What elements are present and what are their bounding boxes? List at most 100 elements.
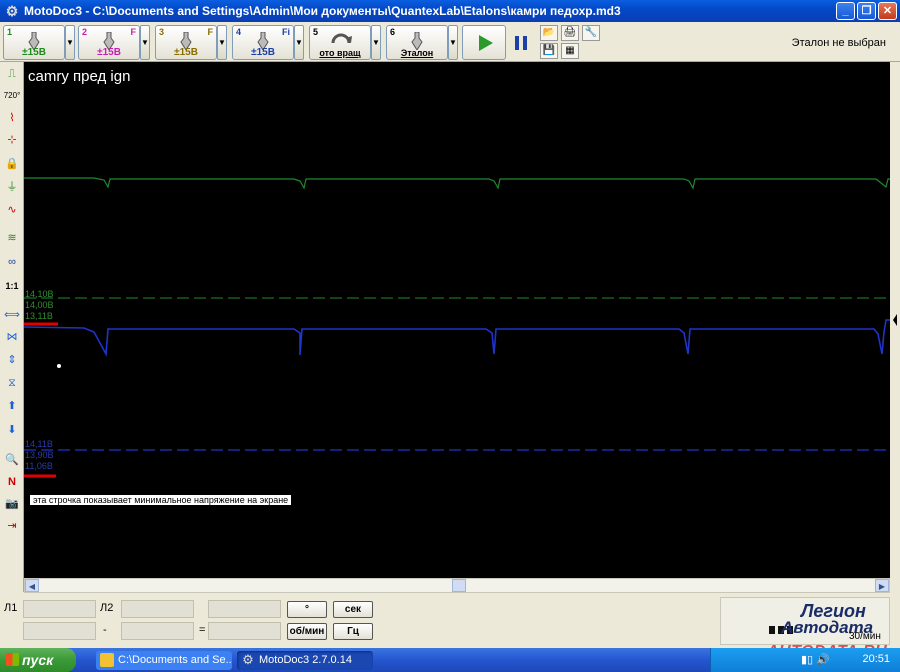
l1-label: Л1	[4, 602, 18, 614]
title-bar: ⚙ MotoDoc3 - C:\Documents and Settings\A…	[0, 0, 900, 22]
scroll-right-button[interactable]: ▶	[875, 579, 889, 592]
seconds-button[interactable]: сек	[333, 601, 373, 618]
record-title: camry пред ign	[28, 68, 131, 85]
degree-button[interactable]: °	[287, 601, 327, 618]
v-shrink-icon[interactable]: ⧖	[2, 373, 22, 393]
720-icon[interactable]: 720°	[2, 86, 22, 106]
lock-icon[interactable]: 🔒	[2, 154, 22, 174]
h-shrink-icon[interactable]: ⋈	[2, 327, 22, 347]
n-marker-icon[interactable]: N	[2, 472, 22, 492]
equals-sign: =	[199, 624, 206, 636]
rotation-button[interactable]: 5 ото вращ	[309, 25, 371, 60]
clock: 20:51	[862, 653, 890, 665]
task-explorer[interactable]: C:\Documents and Se...	[96, 651, 232, 670]
toolbar: 1 ±15В ▼ 2 F ±15В ▼ 3 F ±15В ▼ 4 Fi ±15В…	[0, 22, 900, 62]
channel-2-button[interactable]: 2 F ±15В	[78, 25, 140, 60]
channel-mode: F	[207, 27, 214, 37]
l2-value-field	[121, 622, 194, 640]
hz-button[interactable]: Гц	[333, 623, 373, 640]
channel-number: 4	[236, 27, 242, 37]
channel-3-button[interactable]: 3 F ±15В	[155, 25, 217, 60]
horizontal-scrollbar[interactable]: ◀ ▶	[24, 578, 890, 593]
trigger-icon[interactable]: ⏚	[2, 177, 22, 197]
channel-range: ±15В	[251, 47, 275, 58]
wrench-icon: 🔧	[584, 27, 598, 38]
diff-field-top	[208, 600, 281, 618]
h-expand-icon[interactable]: ⟺	[2, 305, 22, 325]
open-folder-button[interactable]: 📂	[540, 25, 558, 41]
measurement-panel: Л1 Л2 - = ° сек об/мин Гц Легион Автодат…	[0, 594, 900, 648]
rotation-dropdown[interactable]: ▼	[371, 25, 381, 60]
channel-4-button[interactable]: 4 Fi ±15В	[232, 25, 294, 60]
move-up-icon[interactable]: ⬆	[2, 396, 22, 416]
l1-field	[23, 600, 96, 618]
blue-level-label: 13,90В	[25, 450, 54, 460]
blue-level-label: 14,11В	[25, 439, 53, 449]
etalon-label: Эталон	[400, 48, 434, 58]
rotation-number: 5	[313, 27, 319, 37]
gear-icon: ⚙	[242, 652, 254, 667]
maximize-button[interactable]: ❐	[857, 2, 876, 20]
scroll-left-button[interactable]: ◀	[25, 579, 39, 592]
settings-button[interactable]: 🔧	[582, 25, 600, 41]
channel-1-dropdown[interactable]: ▼	[65, 25, 75, 60]
blue-trace	[24, 319, 890, 357]
table-icon: ▦	[565, 45, 575, 56]
vertical-scrollbar[interactable]	[890, 62, 900, 578]
export-icon[interactable]: ⇥	[2, 516, 22, 536]
green-level-label: 13,11В	[25, 311, 53, 321]
zoom-25-icon[interactable]: ⎍	[2, 64, 22, 84]
save-icon: 💾	[542, 45, 556, 56]
scroll-thumb[interactable]	[452, 579, 466, 592]
channel-1-button[interactable]: 1 ±15В	[3, 25, 65, 60]
l1-value-field	[23, 622, 96, 640]
white-dot	[57, 364, 61, 368]
left-toolbar: ⎍ 720° ⌇ ⊹ 🔒 ⏚ ∿ ≋ ∞ 1:1 ⟺ ⋈ ⇕ ⧖ ⬆ ⬇ 🔍 N…	[0, 62, 24, 592]
green-level-label: 14,00В	[25, 300, 54, 310]
ratio-button[interactable]: 1:1	[2, 276, 22, 296]
minimize-button[interactable]: _	[836, 2, 855, 20]
sine-icon[interactable]: ∿	[2, 200, 22, 220]
start-button[interactable]: пуск	[0, 648, 76, 672]
play-icon	[479, 35, 493, 51]
save-button[interactable]: 💾	[540, 43, 558, 59]
channel-2-dropdown[interactable]: ▼	[140, 25, 150, 60]
task-motodoc[interactable]: ⚙ MotoDoc3 2.7.0.14	[237, 651, 373, 670]
screenshot-icon[interactable]: 📷	[2, 494, 22, 514]
channel-mode: Fi	[282, 27, 290, 37]
channel-number: 1	[7, 27, 13, 37]
overlay-icon[interactable]: ∞	[2, 252, 22, 272]
channel-3-dropdown[interactable]: ▼	[217, 25, 227, 60]
etalon-dropdown[interactable]: ▼	[448, 25, 458, 60]
v-expand-icon[interactable]: ⇕	[2, 350, 22, 370]
tray-icons[interactable]: ▮▯ 🔊	[801, 653, 830, 666]
scroll-marker-icon	[893, 314, 897, 326]
task-label: MotoDoc3 2.7.0.14	[259, 654, 352, 666]
pause-button[interactable]	[512, 34, 530, 52]
oscilloscope-screen[interactable]: camry пред ign 14,10В 14,00В 13,11В 14,1…	[24, 62, 890, 578]
start-label: пуск	[22, 652, 54, 668]
print-button[interactable]: 🖨	[561, 25, 579, 41]
window-title: MotoDoc3 - C:\Documents and Settings\Adm…	[24, 4, 621, 18]
etalon-button[interactable]: 6 Эталон	[386, 25, 448, 60]
gear-icon: ⚙	[5, 3, 19, 19]
pause-icon	[515, 36, 527, 50]
channel-mode: F	[130, 27, 137, 37]
minus-sign: -	[103, 624, 107, 636]
rpm-button[interactable]: об/мин	[287, 623, 327, 640]
cursor-icon[interactable]: ⊹	[2, 130, 22, 150]
channel-number: 3	[159, 27, 165, 37]
move-down-icon[interactable]: ⬇	[2, 420, 22, 440]
channel-4-dropdown[interactable]: ▼	[294, 25, 304, 60]
table-button[interactable]: ▦	[561, 43, 579, 59]
etalon-number: 6	[390, 27, 396, 37]
channel-view-icon[interactable]: ⌇	[2, 108, 22, 128]
play-button[interactable]	[462, 25, 506, 60]
channel-range: ±15В	[174, 47, 198, 58]
zoom-icon[interactable]: 🔍	[2, 450, 22, 470]
close-button[interactable]: ✕	[878, 2, 897, 20]
windows-logo-icon	[6, 653, 19, 666]
waves-icon[interactable]: ≋	[2, 228, 22, 248]
blue-level-label: 11,06В	[25, 461, 53, 471]
etalon-status: Эталон не выбран	[791, 37, 886, 49]
